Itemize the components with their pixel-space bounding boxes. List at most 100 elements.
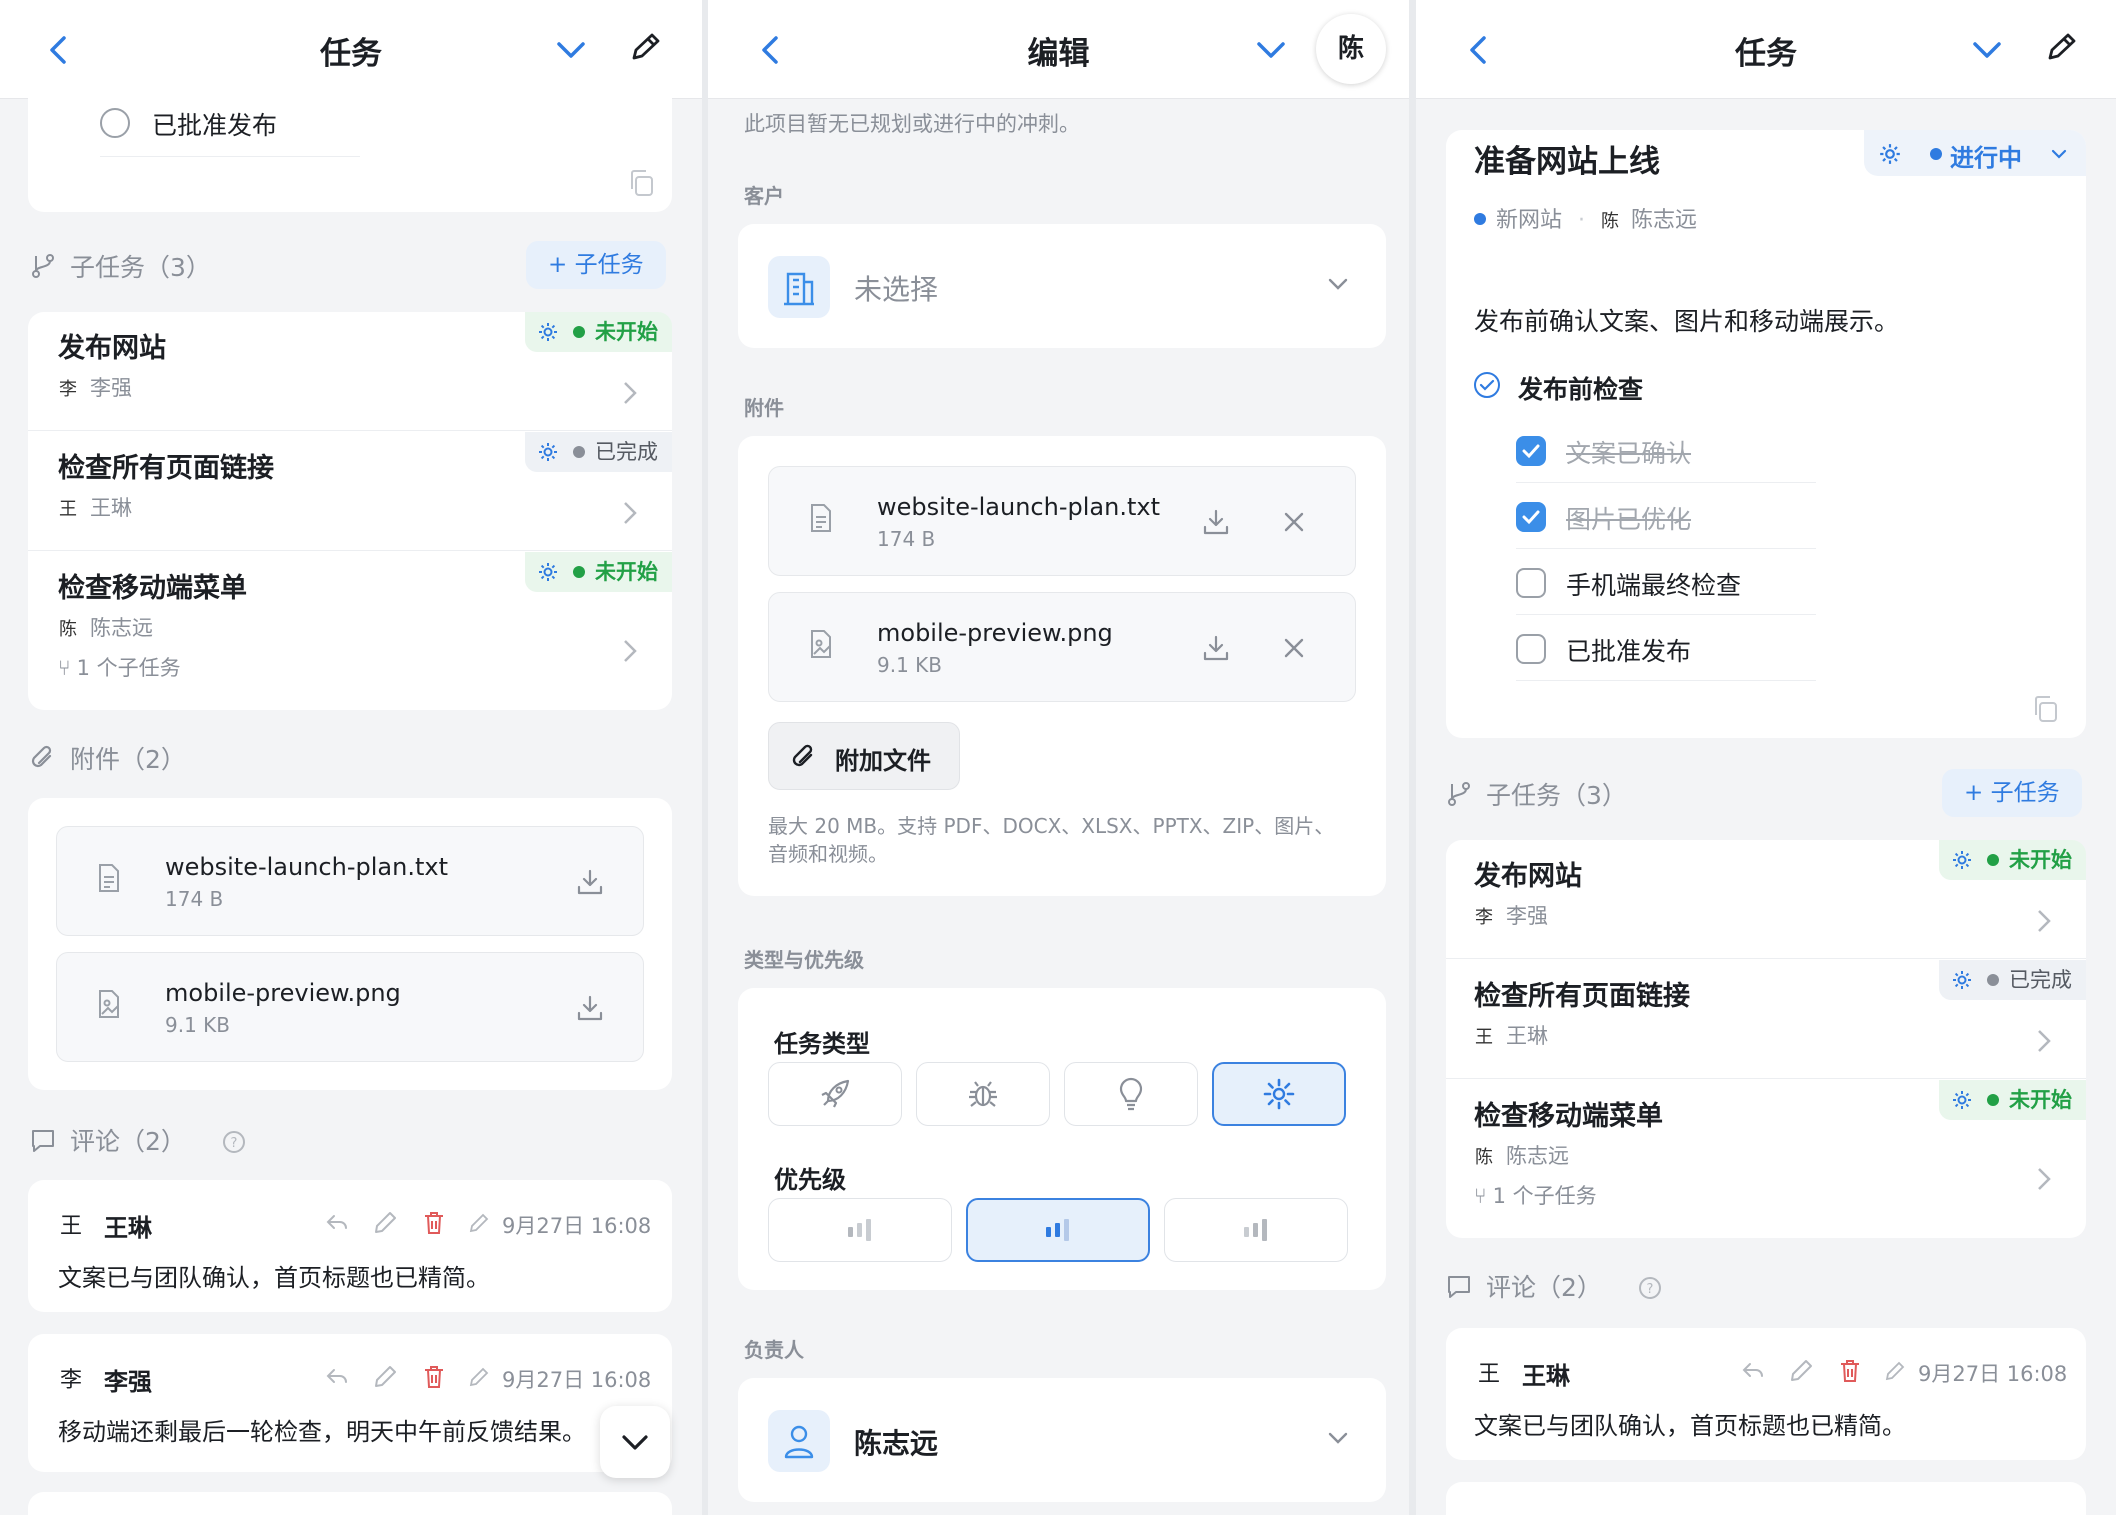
status-badge[interactable]: 未开始 [1939, 1080, 2086, 1120]
status-badge[interactable]: 未开始 [525, 552, 672, 592]
comment-time: 9月27日 16:08 [502, 1214, 652, 1238]
copy-icon[interactable] [628, 168, 656, 198]
download-icon[interactable] [1201, 507, 1231, 537]
client-select[interactable]: 未选择 [738, 224, 1386, 348]
priority-label: 优先级 [774, 1166, 846, 1194]
trash-icon[interactable] [422, 1364, 446, 1390]
top-bar: 任务 [0, 0, 702, 99]
comment-time: 9月27日 16:08 [1918, 1362, 2068, 1386]
page-title: 任务 [1735, 36, 1797, 72]
add-subtask-button[interactable]: + 子任务 [526, 241, 666, 289]
paperclip-icon [792, 744, 813, 767]
checklist-checkbox[interactable] [1516, 634, 1546, 664]
chevron-down-icon[interactable] [1254, 36, 1288, 64]
user-avatar-button[interactable]: 陈 [1316, 14, 1386, 84]
attachment-item[interactable]: mobile-preview.png 9.1 KB [56, 952, 644, 1062]
task-status-dropdown[interactable]: 进行中 [1864, 130, 2086, 176]
checklist-checkbox[interactable] [1516, 568, 1546, 598]
scroll-down-button[interactable] [600, 1406, 670, 1478]
subtask-assignee: 李李强 [1475, 904, 1548, 928]
chevron-down-icon[interactable] [1970, 36, 2004, 64]
edited-icon [1885, 1361, 1905, 1381]
pencil-icon[interactable] [372, 1364, 398, 1390]
help-icon[interactable]: ? [1638, 1276, 1662, 1300]
chevron-down-icon [1328, 278, 1348, 290]
comment-text: 移动端还剩最后一轮检查，明天中午前反馈结果。 [58, 1418, 586, 1446]
gear-icon [539, 443, 557, 461]
type-option-task[interactable] [1212, 1062, 1346, 1126]
attach-file-button[interactable]: 附加文件 [768, 722, 960, 790]
gear-icon [1953, 971, 1971, 989]
checklist-title: 发布前检查 [1518, 375, 1644, 404]
comment-item-partial [28, 1492, 672, 1515]
subtask-count: ⑂ 1 个子任务 [58, 656, 181, 680]
priority-low[interactable] [768, 1198, 952, 1262]
copy-icon[interactable] [2032, 694, 2060, 724]
divider [1516, 680, 1816, 681]
download-icon[interactable] [1201, 633, 1231, 663]
pencil-icon[interactable] [2044, 30, 2078, 66]
svg-text:?: ? [1646, 1282, 1653, 1297]
pencil-icon[interactable] [628, 30, 662, 66]
comment-icon [1448, 1276, 1470, 1298]
checklist-checkbox[interactable] [1516, 436, 1546, 466]
file-name: website-launch-plan.txt [877, 493, 1160, 521]
subtask-list: 发布网站 李李强 未开始 检查所有页面链接 王王琳 已完成 检查移动端菜单 陈陈… [1446, 840, 2086, 1238]
project-name[interactable]: 新网站 [1496, 208, 1562, 233]
type-option-bug[interactable] [916, 1062, 1050, 1126]
avatar: 李 [59, 1368, 82, 1393]
priority-high[interactable] [1164, 1198, 1348, 1262]
status-badge[interactable]: 已完成 [1939, 960, 2086, 1000]
type-option-feature[interactable] [768, 1062, 902, 1126]
add-subtask-button[interactable]: + 子任务 [1942, 769, 2082, 817]
subtask-assignee: 陈陈志远 [1475, 1144, 1569, 1168]
subtask-title: 检查移动端菜单 [58, 573, 247, 604]
comments-heading: 评论（2） ? [30, 1122, 260, 1158]
gear-icon [1263, 1078, 1295, 1110]
reply-icon[interactable] [324, 1366, 350, 1388]
pencil-icon[interactable] [372, 1210, 398, 1236]
priority-low-icon [848, 1219, 871, 1241]
pencil-icon[interactable] [1788, 1358, 1814, 1384]
priority-medium-icon [1046, 1219, 1069, 1241]
task-owner[interactable]: 陈志远 [1631, 208, 1697, 233]
attachment-item[interactable]: website-launch-plan.txt 174 B [56, 826, 644, 936]
checklist-item-label: 文案已确认 [1566, 439, 1692, 468]
trash-icon[interactable] [422, 1210, 446, 1236]
task-card: 准备网站上线 进行中 新网站 · 陈陈志远 发布前确认文案、图片和移动端展示。 发布… [1446, 130, 2086, 738]
branch-icon [1448, 782, 1470, 806]
assignee-select[interactable]: 陈志远 [738, 1378, 1386, 1502]
type-priority-card: 任务类型 优先级 [738, 988, 1386, 1290]
checklist-checkbox[interactable] [100, 108, 130, 138]
attachment-item[interactable]: mobile-preview.png 9.1 KB [768, 592, 1356, 702]
task-description: 发布前确认文案、图片和移动端展示。 [1474, 307, 1900, 336]
priority-medium[interactable] [966, 1198, 1150, 1262]
close-icon[interactable] [1281, 635, 1307, 661]
chevron-right-icon [2038, 1030, 2051, 1052]
comment-item: 王 王琳 9月27日 16:08 文案已与团队确认，首页标题也已精简。 [28, 1180, 672, 1312]
close-icon[interactable] [1281, 509, 1307, 535]
avatar: 王 [1477, 1362, 1500, 1387]
download-icon[interactable] [575, 867, 605, 897]
chevron-down-icon[interactable] [554, 36, 588, 64]
rocket-icon [821, 1079, 850, 1108]
subtask-title: 检查所有页面链接 [1474, 981, 1690, 1012]
comment-author: 王琳 [1522, 1362, 1570, 1390]
checklist-checkbox[interactable] [1516, 502, 1546, 532]
comment-time: 9月27日 16:08 [502, 1368, 652, 1392]
page-title: 任务 [320, 36, 382, 72]
subtasks-heading: 子任务（3） [1446, 776, 1627, 812]
trash-icon[interactable] [1838, 1358, 1862, 1384]
help-icon[interactable]: ? [222, 1130, 246, 1154]
status-badge[interactable]: 未开始 [525, 312, 672, 352]
chevron-right-icon [624, 640, 637, 662]
attachment-item[interactable]: website-launch-plan.txt 174 B [768, 466, 1356, 576]
reply-icon[interactable] [324, 1212, 350, 1234]
divider [1516, 614, 1816, 615]
reply-icon[interactable] [1740, 1360, 1766, 1382]
gear-icon [539, 563, 557, 581]
download-icon[interactable] [575, 993, 605, 1023]
status-badge[interactable]: 已完成 [525, 432, 672, 472]
type-option-idea[interactable] [1064, 1062, 1198, 1126]
status-badge[interactable]: 未开始 [1939, 840, 2086, 880]
